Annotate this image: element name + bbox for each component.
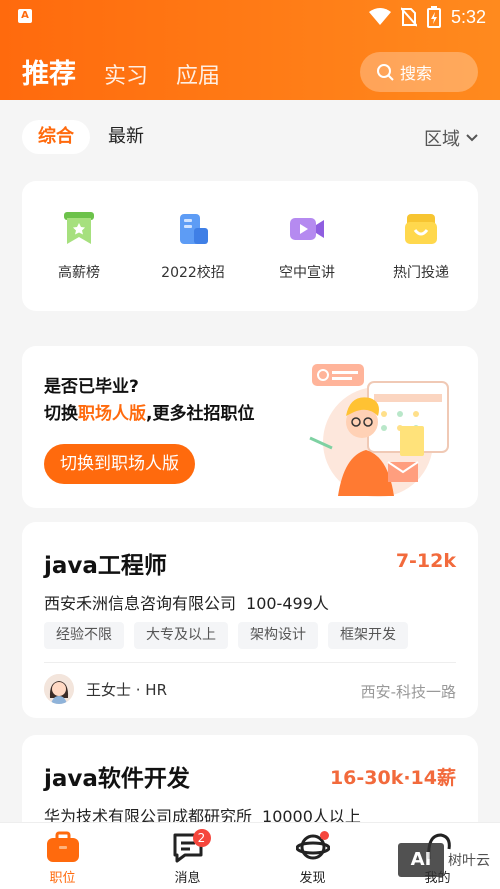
entry-campus-recruit[interactable]: 2022校招	[143, 210, 243, 282]
switch-version-banner[interactable]: 是否已毕业? 切换职场人版,更多社招职位 切换到职场人版	[22, 346, 478, 508]
job-salary: 7-12k	[395, 550, 456, 572]
tab-internship[interactable]: 实习	[104, 58, 148, 90]
message-count-badge: 2	[192, 829, 211, 847]
company-name: 西安禾洲信息咨询有限公司	[44, 594, 237, 613]
job-tags: 经验不限 大专及以上 架构设计 框架开发	[44, 622, 408, 649]
banner-subtitle-prefix: 切换	[44, 404, 78, 424]
entry-hot-apply-label: 热门投递	[393, 265, 449, 281]
nav-jobs-label: 职位	[49, 871, 76, 886]
job-title: java软件开发	[44, 766, 190, 792]
entry-high-salary-label: 高薪榜	[58, 265, 100, 281]
job-salary: 16-30k·14薪	[329, 767, 456, 789]
job-card[interactable]: java工程师 7-12k 西安禾洲信息咨询有限公司 100-499人 经验不限 …	[22, 522, 478, 718]
tab-fresh-graduate[interactable]: 应届	[176, 58, 220, 90]
job-title: java工程师	[44, 553, 167, 579]
nav-jobs[interactable]: 职位	[8, 823, 118, 889]
discover-dot	[319, 831, 329, 840]
nav-messages-label: 消息	[174, 871, 201, 886]
wifi-icon	[368, 8, 391, 25]
app-notification-icon: A	[18, 9, 32, 23]
briefcase-icon	[46, 831, 79, 862]
region-label: 区域	[424, 129, 460, 150]
filter-bar: 综合 最新 区域	[0, 100, 500, 175]
nav-discover-label: 发现	[299, 871, 326, 886]
banner-subtitle-highlight: 职场人版	[78, 404, 146, 424]
nav-discover[interactable]: 发现	[258, 823, 368, 889]
chevron-down-icon	[466, 134, 478, 142]
filter-latest[interactable]: 最新	[92, 120, 160, 154]
quick-entries: 高薪榜 2022校招 空中宣讲 热门投递	[22, 181, 478, 311]
job-tag: 架构设计	[238, 622, 318, 649]
tab-recommend[interactable]: 推荐	[22, 52, 76, 91]
card-divider	[44, 662, 456, 663]
search-icon	[377, 64, 394, 81]
search-button[interactable]: 搜索	[360, 52, 478, 92]
building-icon	[180, 214, 208, 244]
filter-comprehensive[interactable]: 综合	[22, 120, 90, 154]
watermark-text: 树叶云	[448, 853, 490, 869]
status-time: 5:32	[450, 6, 486, 27]
entry-live-talk[interactable]: 空中宣讲	[257, 210, 357, 282]
region-dropdown[interactable]: 区域	[424, 125, 478, 151]
recruiter-info: 王女士 · HR	[44, 674, 167, 704]
entry-live-talk-label: 空中宣讲	[279, 265, 335, 281]
status-bar: A 5:32	[0, 0, 500, 34]
nav-messages[interactable]: 2 消息	[133, 823, 243, 889]
search-label: 搜索	[400, 64, 433, 83]
entry-high-salary[interactable]: 高薪榜	[29, 210, 129, 282]
banner-subtitle: 切换职场人版,更多社招职位	[44, 399, 254, 424]
top-tabs: 推荐 实习 应届	[22, 52, 220, 91]
switch-professional-button[interactable]: 切换到职场人版	[44, 444, 195, 484]
no-sim-icon	[400, 7, 417, 27]
company-size: 100-499人	[246, 594, 329, 613]
banner-question: 是否已毕业?	[44, 377, 139, 397]
job-tag: 大专及以上	[134, 622, 228, 649]
job-tag: 经验不限	[44, 622, 124, 649]
ribbon-icon	[64, 212, 94, 244]
job-location: 西安-科技一路	[360, 683, 456, 701]
watermark: AI 树叶云	[398, 843, 490, 877]
top-header: A 5:32 推荐 实习 应届 搜索	[0, 0, 500, 100]
battery-charging-icon	[426, 6, 441, 28]
job-tag: 框架开发	[328, 622, 408, 649]
company-info: 西安禾洲信息咨询有限公司 100-499人	[44, 590, 329, 614]
graduate-illustration	[309, 364, 449, 497]
watermark-logo: AI	[398, 843, 444, 877]
status-icons: 5:32	[368, 5, 486, 29]
avatar	[44, 674, 74, 704]
mailbox-icon	[405, 214, 437, 244]
recruiter-name: 王女士 · HR	[86, 680, 168, 699]
video-camera-icon	[290, 218, 324, 240]
entry-hot-apply[interactable]: 热门投递	[371, 210, 471, 282]
banner-subtitle-suffix: ,更多社招职位	[146, 404, 255, 424]
entry-campus-recruit-label: 2022校招	[161, 265, 225, 281]
